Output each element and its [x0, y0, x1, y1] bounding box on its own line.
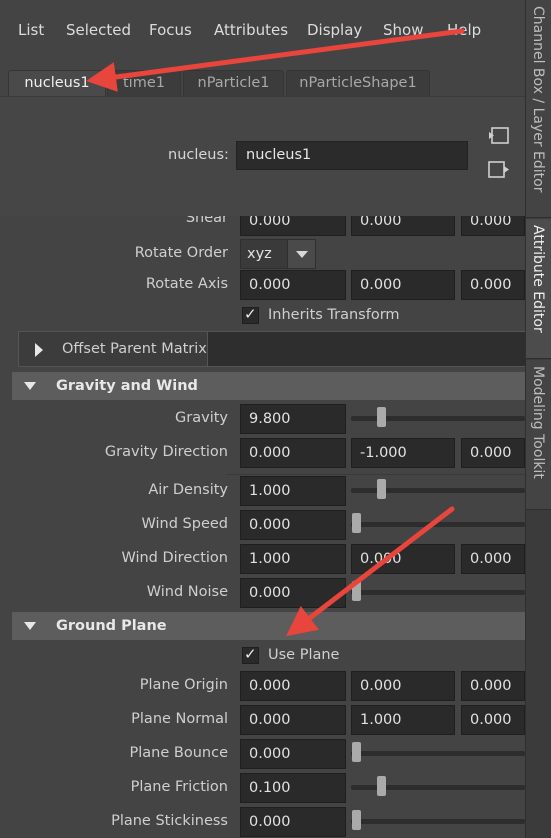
- air-density-field[interactable]: 1.000: [240, 476, 346, 506]
- plane-friction-field[interactable]: 0.100: [240, 773, 346, 803]
- rotate-axis-label: Rotate Axis: [145, 276, 228, 292]
- menu-help[interactable]: Help: [447, 21, 481, 39]
- use-plane-checkbox[interactable]: ✓: [242, 645, 259, 664]
- menu-selected[interactable]: Selected: [66, 21, 131, 39]
- plane-origin-label: Plane Origin: [139, 677, 228, 693]
- menu-display[interactable]: Display: [307, 21, 362, 39]
- plane-bounce-field[interactable]: 0.000: [240, 739, 346, 769]
- wind-speed-field[interactable]: 0.000: [240, 510, 346, 540]
- wind-noise-slider-thumb[interactable]: [352, 581, 361, 601]
- rotate-axis-x-field[interactable]: 0.000: [240, 270, 346, 300]
- plane-friction-slider-thumb[interactable]: [377, 776, 386, 796]
- wind-direction-x-field[interactable]: 1.000: [240, 544, 346, 574]
- plane-origin-z-field[interactable]: 0.000: [461, 671, 525, 701]
- rotate-order-label: Rotate Order: [134, 245, 228, 261]
- gravity-direction-label: Gravity Direction: [104, 444, 228, 460]
- air-density-label: Air Density: [148, 482, 228, 498]
- tab-nparticleshape1[interactable]: nParticleShape1: [286, 70, 430, 98]
- shear-label: Shear: [185, 216, 228, 226]
- use-plane-label: Use Plane: [268, 647, 340, 663]
- gravity-slider-thumb[interactable]: [377, 407, 386, 427]
- rotate-order-value: xyz: [247, 246, 272, 262]
- menu-show[interactable]: Show: [383, 21, 423, 39]
- tab-attribute-editor-label: Attribute Editor: [530, 225, 546, 333]
- menu-focus[interactable]: Focus: [149, 21, 192, 39]
- ground-plane-section-header[interactable]: Ground Plane: [12, 612, 525, 640]
- divider: [226, 474, 525, 475]
- menu-bar: List Selected Focus Attributes Display S…: [0, 0, 525, 62]
- offset-parent-matrix-frame[interactable]: Offset Parent Matrix: [18, 331, 525, 367]
- gravity-direction-x-field[interactable]: 0.000: [240, 438, 346, 468]
- wind-speed-label: Wind Speed: [141, 516, 228, 532]
- tab-channel-box-label: Channel Box / Layer Editor: [530, 6, 546, 193]
- dropdown-arrow-icon[interactable]: [287, 240, 315, 268]
- wind-noise-label: Wind Noise: [146, 584, 228, 600]
- plane-normal-x-field[interactable]: 0.000: [240, 705, 346, 735]
- shear-x-field[interactable]: 0.000: [240, 216, 346, 236]
- gravity-wind-title: Gravity and Wind: [56, 378, 198, 394]
- menu-attributes[interactable]: Attributes: [214, 21, 288, 39]
- plane-bounce-slider-thumb[interactable]: [352, 742, 361, 762]
- plane-friction-label: Plane Friction: [130, 779, 228, 795]
- expand-triangle-icon: [35, 343, 43, 357]
- checkbox-check-icon: ✓: [244, 645, 257, 663]
- attribute-panel: Shear 0.000 0.000 0.000 Rotate Order xyz…: [0, 216, 525, 838]
- tab-nucleus1[interactable]: nucleus1: [8, 70, 106, 98]
- ground-plane-title: Ground Plane: [56, 618, 167, 634]
- checkbox-check-icon: ✓: [244, 305, 257, 323]
- load-attributes-icon[interactable]: [488, 127, 510, 145]
- gravity-wind-section-header[interactable]: Gravity and Wind: [12, 372, 525, 400]
- wind-speed-slider[interactable]: [351, 522, 525, 527]
- plane-stickiness-label: Plane Stickiness: [111, 813, 228, 829]
- side-tab-panel: Channel Box / Layer Editor Attribute Edi…: [525, 0, 551, 838]
- shear-z-field[interactable]: 0.000: [461, 216, 525, 236]
- node-name-label: nucleus:: [168, 147, 229, 163]
- tab-attribute-editor[interactable]: Attribute Editor: [526, 219, 551, 359]
- tab-nparticle1[interactable]: nParticle1: [183, 70, 284, 98]
- gravity-direction-z-field[interactable]: 0.000: [461, 438, 525, 468]
- tab-channel-box[interactable]: Channel Box / Layer Editor: [526, 0, 551, 218]
- plane-bounce-slider[interactable]: [351, 751, 525, 756]
- wind-noise-slider[interactable]: [351, 590, 525, 595]
- node-tab-bar: nucleus1 time1 nParticle1 nParticleShape…: [0, 62, 525, 98]
- inherits-transform-checkbox[interactable]: ✓: [242, 305, 259, 324]
- copy-tab-icon[interactable]: [488, 161, 510, 179]
- plane-normal-z-field[interactable]: 0.000: [461, 705, 525, 735]
- plane-normal-y-field[interactable]: 1.000: [351, 705, 455, 735]
- tab-modeling-toolkit-label: Modeling Toolkit: [530, 366, 546, 479]
- shear-y-field[interactable]: 0.000: [351, 216, 455, 236]
- offset-parent-matrix-field: [207, 332, 525, 366]
- plane-bounce-label: Plane Bounce: [129, 745, 228, 761]
- tab-modeling-toolkit[interactable]: Modeling Toolkit: [526, 360, 551, 510]
- wind-noise-field[interactable]: 0.000: [240, 578, 346, 608]
- plane-normal-label: Plane Normal: [131, 711, 228, 727]
- plane-origin-x-field[interactable]: 0.000: [240, 671, 346, 701]
- offset-parent-matrix-label: Offset Parent Matrix: [62, 341, 207, 357]
- plane-stickiness-slider[interactable]: [351, 819, 525, 824]
- tab-time1[interactable]: time1: [107, 70, 181, 98]
- wind-direction-y-field[interactable]: 0.000: [351, 544, 455, 574]
- wind-direction-label: Wind Direction: [121, 550, 228, 566]
- gravity-direction-y-field[interactable]: -1.000: [351, 438, 455, 468]
- inherits-transform-label: Inherits Transform: [268, 307, 400, 323]
- plane-stickiness-slider-thumb[interactable]: [352, 810, 361, 830]
- plane-stickiness-field[interactable]: 0.000: [240, 807, 346, 837]
- plane-origin-y-field[interactable]: 0.000: [351, 671, 455, 701]
- wind-direction-z-field[interactable]: 0.000: [461, 544, 525, 574]
- collapse-triangle-icon: [24, 382, 36, 390]
- gravity-label: Gravity: [175, 410, 228, 426]
- rotate-axis-y-field[interactable]: 0.000: [351, 270, 455, 300]
- collapse-triangle-icon: [24, 622, 36, 630]
- menu-list[interactable]: List: [18, 21, 44, 39]
- rotate-axis-z-field[interactable]: 0.000: [461, 270, 525, 300]
- wind-speed-slider-thumb[interactable]: [352, 513, 361, 533]
- node-name-field[interactable]: nucleus1: [236, 141, 468, 170]
- gravity-field[interactable]: 9.800: [240, 404, 346, 434]
- air-density-slider-thumb[interactable]: [377, 479, 386, 499]
